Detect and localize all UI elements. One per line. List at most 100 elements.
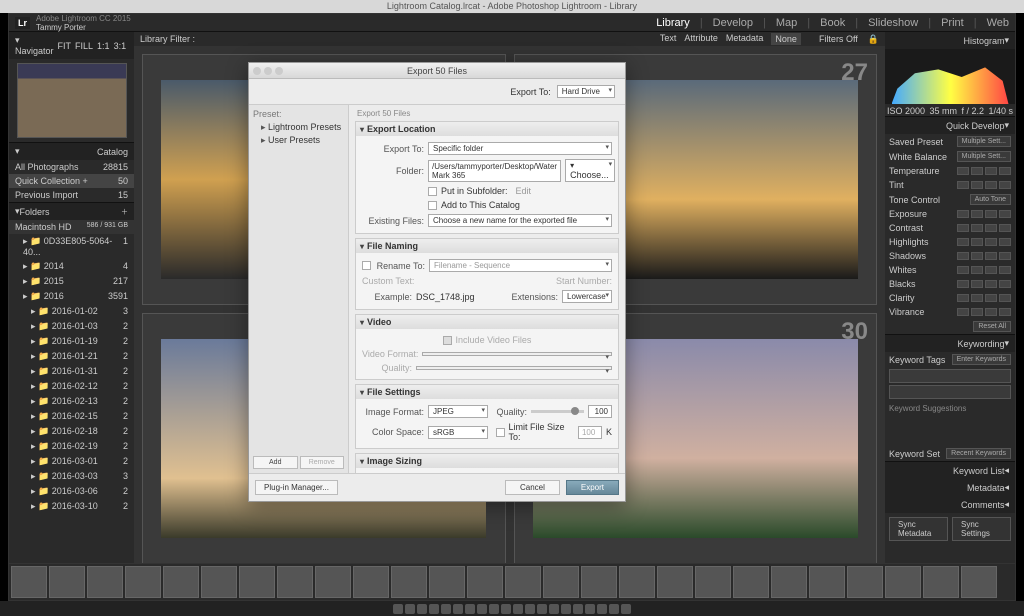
saved-preset-select[interactable]: Multiple Sett... [957, 136, 1011, 147]
tint-steppers[interactable] [957, 181, 1011, 189]
folder-item[interactable]: ▸ 📁 20144 [9, 259, 134, 274]
extensions-select[interactable]: Lowercase [562, 290, 612, 303]
nav-mode[interactable]: FILL [75, 41, 93, 51]
dock-app-icon[interactable] [489, 604, 499, 614]
folder-item[interactable]: ▸ 📁 2016-02-152 [9, 409, 134, 424]
dock-app-icon[interactable] [609, 604, 619, 614]
dock-app-icon[interactable] [549, 604, 559, 614]
wb-select[interactable]: Multiple Sett... [957, 151, 1011, 162]
plugin-manager-button[interactable]: Plug-in Manager... [255, 480, 338, 495]
qd-steppers[interactable] [957, 308, 1011, 316]
quality-slider[interactable] [531, 410, 584, 413]
loc-export-to-select[interactable]: Specific folder [428, 142, 612, 155]
add-catalog-check[interactable] [428, 201, 437, 210]
folder-item[interactable]: ▸ 📁 2016-02-122 [9, 379, 134, 394]
filmstrip-thumb[interactable] [201, 566, 237, 598]
navigator-preview[interactable] [17, 63, 127, 138]
dock-app-icon[interactable] [513, 604, 523, 614]
module-map[interactable]: Map [776, 17, 797, 29]
module-develop[interactable]: Develop [713, 17, 753, 29]
dock-app-icon[interactable] [501, 604, 511, 614]
panel-header-metadata[interactable]: Metadata ◂ [885, 479, 1015, 496]
filters-off-label[interactable]: Filters Off [819, 34, 858, 44]
navigator-header[interactable]: ▾ Navigator FITFILL1:13:1 [9, 32, 134, 59]
folders-header[interactable]: ▾ Folders ＋ [9, 203, 134, 220]
nav-mode[interactable]: FIT [58, 41, 72, 51]
folder-item[interactable]: ▸ 📁 2016-01-312 [9, 364, 134, 379]
section-header[interactable]: ▾ Image Sizing [356, 454, 618, 468]
dock-app-icon[interactable] [561, 604, 571, 614]
keyword-set-select[interactable]: Recent Keywords [946, 448, 1011, 459]
folder-item[interactable]: ▸ 📁 2016-03-102 [9, 499, 134, 514]
dock-app-icon[interactable] [573, 604, 583, 614]
filmstrip-thumb[interactable] [277, 566, 313, 598]
lock-icon[interactable]: 🔒 [868, 34, 879, 45]
histogram[interactable] [885, 49, 1015, 104]
folder-item[interactable]: ▸ 📁 2016-03-062 [9, 484, 134, 499]
filmstrip-thumb[interactable] [771, 566, 807, 598]
filmstrip-thumb[interactable] [11, 566, 47, 598]
filmstrip-thumb[interactable] [619, 566, 655, 598]
temp-steppers[interactable] [957, 167, 1011, 175]
existing-files-select[interactable]: Choose a new name for the exported file [428, 214, 612, 227]
module-book[interactable]: Book [820, 17, 845, 29]
sync-metadata-button[interactable]: Sync Metadata [889, 517, 948, 541]
catalog-header[interactable]: ▾ Catalog [9, 143, 134, 160]
qd-steppers[interactable] [957, 266, 1011, 274]
keyword-field[interactable] [889, 369, 1011, 383]
filmstrip-thumb[interactable] [809, 566, 845, 598]
dock-app-icon[interactable] [525, 604, 535, 614]
filmstrip-thumb[interactable] [163, 566, 199, 598]
reset-all-button[interactable]: Reset All [973, 321, 1011, 332]
tone-autotone[interactable]: Auto Tone [970, 194, 1011, 205]
filmstrip-thumb[interactable] [847, 566, 883, 598]
filmstrip-thumb[interactable] [581, 566, 617, 598]
filmstrip-thumb[interactable] [239, 566, 275, 598]
export-settings[interactable]: Export 50 Files ▾ Export Location Export… [349, 105, 625, 473]
dock-app-icon[interactable] [453, 604, 463, 614]
filmstrip[interactable] [8, 563, 1016, 601]
dock-app-icon[interactable] [537, 604, 547, 614]
module-print[interactable]: Print [941, 17, 964, 29]
folder-item[interactable]: ▸ 📁 2016-01-023 [9, 304, 134, 319]
export-confirm-button[interactable]: Export [566, 480, 619, 495]
filmstrip-thumb[interactable] [391, 566, 427, 598]
filmstrip-thumb[interactable] [353, 566, 389, 598]
dock-app-icon[interactable] [465, 604, 475, 614]
filmstrip-thumb[interactable] [733, 566, 769, 598]
quality-value[interactable]: 100 [588, 405, 612, 418]
dock-app-icon[interactable] [393, 604, 403, 614]
filmstrip-thumb[interactable] [885, 566, 921, 598]
filmstrip-thumb[interactable] [695, 566, 731, 598]
filmstrip-thumb[interactable] [49, 566, 85, 598]
dock-app-icon[interactable] [417, 604, 427, 614]
dialog-titlebar[interactable]: Export 50 Files [249, 63, 625, 79]
preset-lightroom[interactable]: ▸ Lightroom Presets [253, 121, 344, 134]
filmstrip-thumb[interactable] [505, 566, 541, 598]
section-header[interactable]: ▾ Export Location [356, 122, 618, 136]
keywording-header[interactable]: Keywording ▾ [885, 335, 1015, 352]
dock-app-icon[interactable] [597, 604, 607, 614]
rename-check[interactable] [362, 261, 371, 270]
dock-app-icon[interactable] [429, 604, 439, 614]
image-format-select[interactable]: JPEG [428, 405, 488, 418]
filmstrip-thumb[interactable] [125, 566, 161, 598]
folder-item[interactable]: ▸ 📁 20163591 [9, 289, 134, 304]
filmstrip-thumb[interactable] [429, 566, 465, 598]
panel-header-comments[interactable]: Comments ◂ [885, 496, 1015, 513]
qd-steppers[interactable] [957, 224, 1011, 232]
section-header[interactable]: ▾ File Settings [356, 385, 618, 399]
dock-app-icon[interactable] [477, 604, 487, 614]
module-slideshow[interactable]: Slideshow [868, 17, 918, 29]
folder-item[interactable]: ▸ 📁 2016-02-132 [9, 394, 134, 409]
filmstrip-thumb[interactable] [87, 566, 123, 598]
module-web[interactable]: Web [987, 17, 1009, 29]
filmstrip-thumb[interactable] [467, 566, 503, 598]
folder-item[interactable]: ▸ 📁 2016-01-032 [9, 319, 134, 334]
limit-size-check[interactable] [496, 428, 505, 437]
cancel-button[interactable]: Cancel [505, 480, 560, 495]
dock-app-icon[interactable] [405, 604, 415, 614]
qd-steppers[interactable] [957, 252, 1011, 260]
export-to-select[interactable]: Hard Drive [557, 85, 615, 98]
panel-header-keyword-list[interactable]: Keyword List ◂ [885, 462, 1015, 479]
